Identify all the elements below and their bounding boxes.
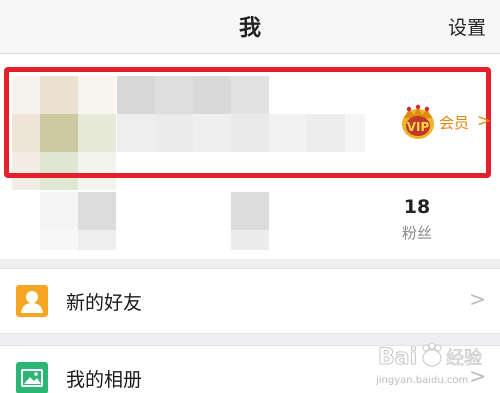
- list-item-label: 新的好友: [66, 292, 143, 314]
- crown-icon: VIP: [402, 104, 434, 139]
- photo-album-icon: [16, 362, 48, 393]
- list-item-label: 我的相册: [66, 369, 143, 391]
- fans-count: 18: [403, 196, 431, 218]
- svg-text:经验: 经验: [446, 348, 482, 369]
- baidu-watermark-logo: Bai 经验 jingyan.baidu.com: [375, 342, 482, 386]
- list-item-new-friends[interactable]: 新的好友 >: [0, 268, 500, 334]
- settings-button[interactable]: 设置: [448, 13, 486, 40]
- person-icon: [16, 285, 48, 317]
- profile-screen: 我 设置 VIP 会员 > 18 粉丝 新的好友 > 我的相册 > Bai 经验…: [0, 0, 500, 393]
- svg-text:jingyan.baidu.com: jingyan.baidu.com: [375, 375, 468, 386]
- svg-text:Bai: Bai: [378, 345, 417, 370]
- fans-stat[interactable]: 18 粉丝: [384, 196, 450, 243]
- chevron-right-icon: >: [469, 287, 486, 311]
- top-bar: 我 设置: [0, 0, 500, 54]
- page-title: 我: [238, 16, 261, 41]
- vip-label: 会员: [439, 114, 470, 132]
- fans-label: 粉丝: [401, 224, 432, 242]
- chevron-right-icon: >: [477, 111, 492, 131]
- svg-text:VIP: VIP: [407, 120, 430, 134]
- vip-button[interactable]: VIP 会员 >: [401, 104, 491, 140]
